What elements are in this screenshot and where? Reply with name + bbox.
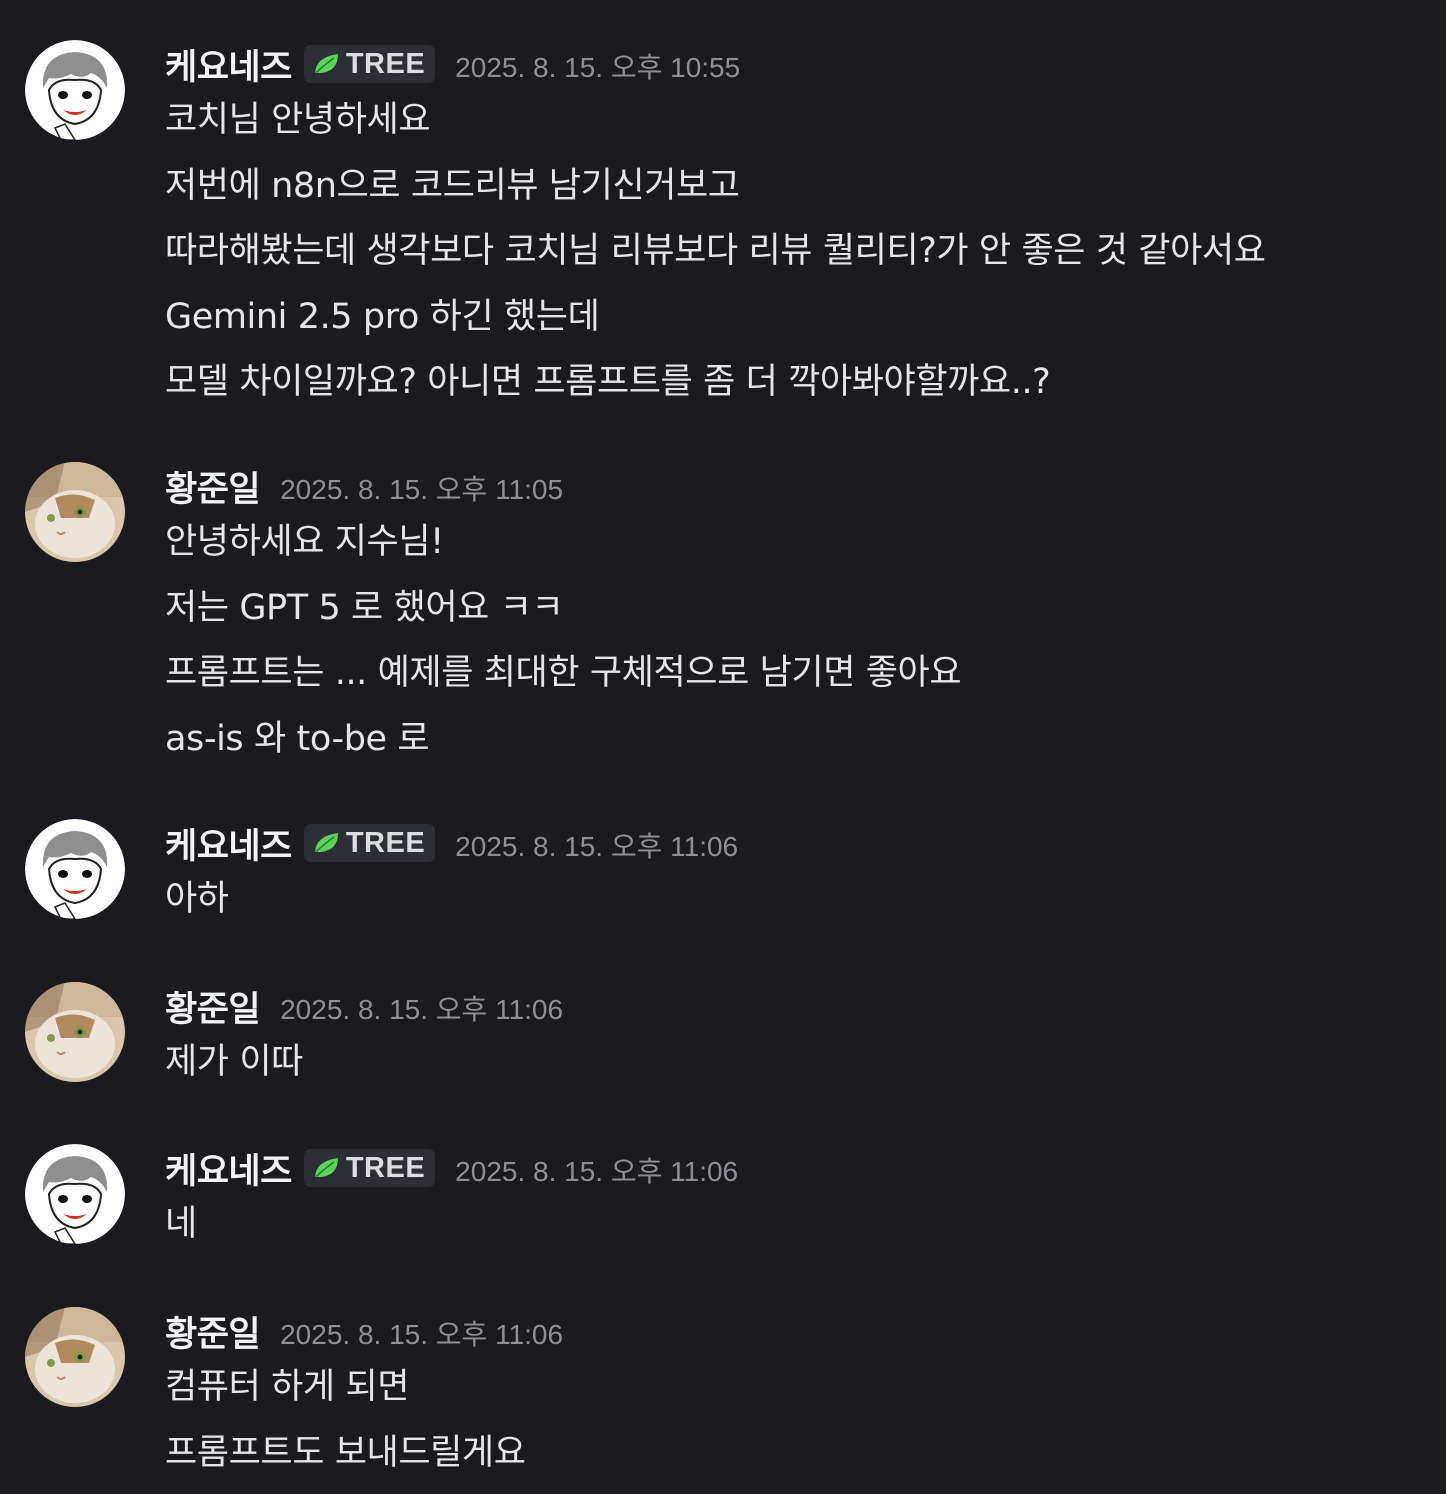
message-content: 안녕하세요 지수님! 저는 GPT 5 로 했어요 ㅋㅋ 프롬프트는 ... 예… <box>165 510 962 772</box>
username[interactable]: 케요네즈 <box>165 818 292 869</box>
cat-avatar-icon <box>25 1307 125 1407</box>
cartoon-boy-avatar-icon <box>25 819 125 919</box>
role-label: TREE <box>345 1151 426 1184</box>
user-avatar[interactable] <box>25 819 125 919</box>
role-label: TREE <box>345 826 426 859</box>
message-header: 황준일 2025. 8. 15. 오후 11:06 <box>165 982 563 1030</box>
timestamp[interactable]: 2025. 8. 15. 오후 11:06 <box>280 1309 563 1353</box>
leaf-icon <box>314 833 338 853</box>
message-line: 안녕하세요 지수님! <box>165 522 444 562</box>
user-avatar[interactable] <box>25 1307 125 1407</box>
cat-avatar-icon <box>25 462 125 562</box>
message-header: 황준일 2025. 8. 15. 오후 11:06 <box>165 1307 563 1355</box>
user-avatar[interactable] <box>25 40 125 140</box>
message-content: 아하 <box>165 867 229 933</box>
message-line: 프롬프트는 ... 예제를 최대한 구체적으로 남기면 좋아요 <box>165 653 962 693</box>
role-badge[interactable]: TREE <box>303 45 436 83</box>
user-avatar[interactable] <box>25 1144 125 1244</box>
message-header: 황준일 2025. 8. 15. 오후 11:05 <box>165 462 563 510</box>
message-line: 코치님 안녕하세요 <box>165 100 431 140</box>
timestamp[interactable]: 2025. 8. 15. 오후 11:06 <box>455 1146 738 1190</box>
message-content: 제가 이따 <box>165 1030 303 1096</box>
message-line: 아하 <box>165 879 229 919</box>
timestamp[interactable]: 2025. 8. 15. 오후 11:06 <box>455 821 738 865</box>
message-header: 케요네즈 TREE 2025. 8. 15. 오후 11:06 <box>165 1144 738 1192</box>
message-content: 네 <box>165 1192 197 1258</box>
username[interactable]: 황준일 <box>165 1306 261 1357</box>
user-avatar[interactable] <box>25 982 125 1082</box>
message-line: 모델 차이일까요? 아니면 프롬프트를 좀 더 깍아봐야할까요..? <box>165 362 1051 402</box>
timestamp[interactable]: 2025. 8. 15. 오후 11:05 <box>280 464 563 508</box>
cartoon-boy-avatar-icon <box>25 1144 125 1244</box>
message-line: 제가 이따 <box>165 1042 303 1082</box>
message-line: 컴퓨터 하게 되면 <box>165 1367 410 1407</box>
cat-avatar-icon <box>25 982 125 1082</box>
role-label: TREE <box>345 47 426 80</box>
message-line: 저는 GPT 5 로 했어요 ㅋㅋ <box>165 587 564 628</box>
message-line: 프롬프트도 보내드릴게요 <box>165 1432 526 1473</box>
message-header: 케요네즈 TREE 2025. 8. 15. 오후 10:55 <box>165 40 740 88</box>
cartoon-boy-avatar-icon <box>25 40 125 140</box>
leaf-icon <box>314 54 338 74</box>
username[interactable]: 황준일 <box>165 461 261 512</box>
message-line: 네 <box>165 1204 197 1244</box>
message-line: Gemini 2.5 pro 하긴 했는데 <box>165 296 600 337</box>
message-line: 따라해봤는데 생각보다 코치님 리뷰보다 리뷰 퀄리티?가 안 좋은 것 같아서… <box>165 231 1266 271</box>
timestamp[interactable]: 2025. 8. 15. 오후 10:55 <box>455 42 740 86</box>
message-content: 컴퓨터 하게 되면 프롬프트도 보내드릴게요 <box>165 1355 526 1486</box>
user-avatar[interactable] <box>25 462 125 562</box>
message-header: 케요네즈 TREE 2025. 8. 15. 오후 11:06 <box>165 819 738 867</box>
timestamp[interactable]: 2025. 8. 15. 오후 11:06 <box>280 984 563 1028</box>
message-content: 코치님 안녕하세요 저번에 n8n으로 코드리뷰 남기신거보고 따라해봤는데 생… <box>165 88 1266 416</box>
role-badge[interactable]: TREE <box>303 1149 436 1187</box>
message-line: as-is 와 to-be 로 <box>165 718 430 759</box>
username[interactable]: 케요네즈 <box>165 39 292 90</box>
leaf-icon <box>314 1158 338 1178</box>
username[interactable]: 황준일 <box>165 981 261 1032</box>
role-badge[interactable]: TREE <box>303 824 436 862</box>
message-line: 저번에 n8n으로 코드리뷰 남기신거보고 <box>165 165 740 206</box>
username[interactable]: 케요네즈 <box>165 1143 292 1194</box>
